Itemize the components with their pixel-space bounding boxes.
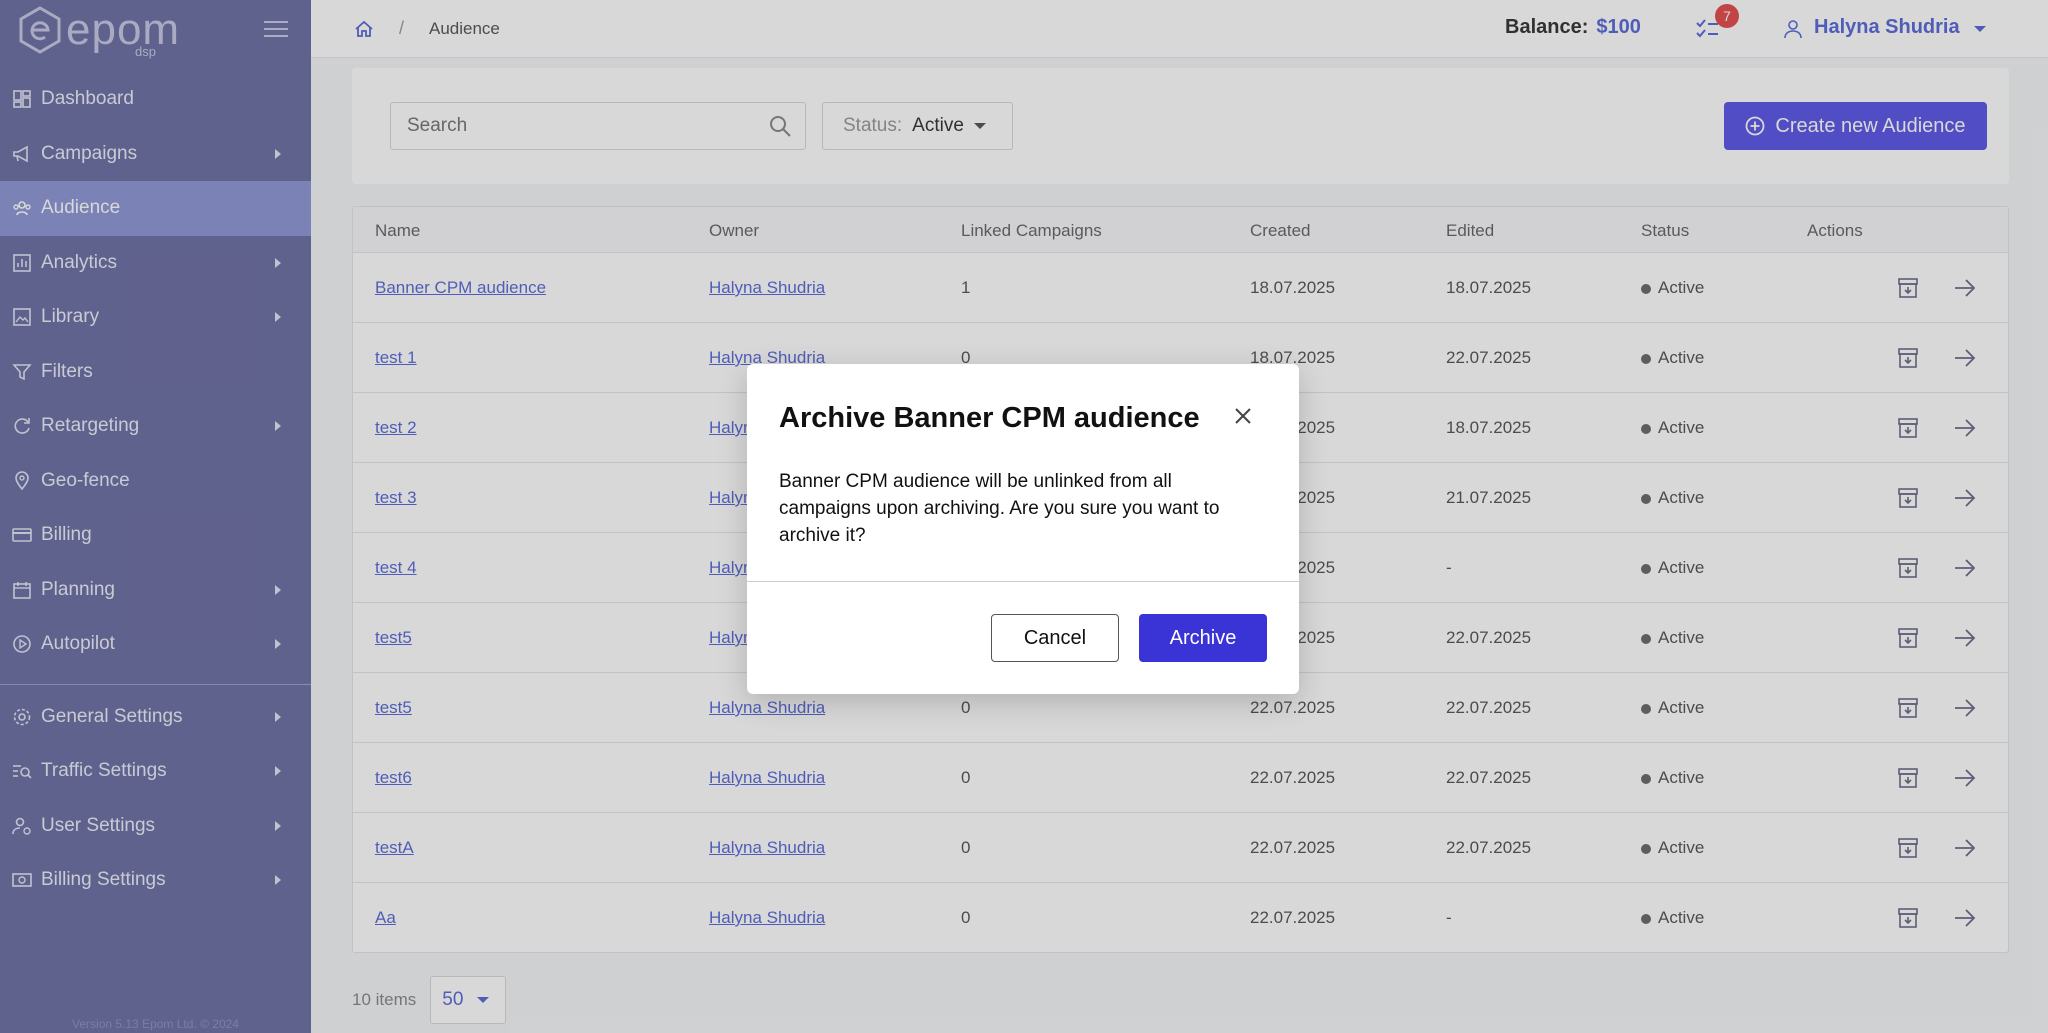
archive-dialog: Archive Banner CPM audience Banner CPM a… [747, 364, 1299, 694]
close-icon[interactable] [1231, 404, 1255, 428]
dialog-divider [747, 581, 1299, 582]
cancel-button[interactable]: Cancel [991, 614, 1119, 662]
archive-button[interactable]: Archive [1139, 614, 1267, 662]
dialog-message: Banner CPM audience will be unlinked fro… [779, 471, 1220, 546]
dialog-title: Archive Banner CPM audience [779, 402, 1200, 434]
